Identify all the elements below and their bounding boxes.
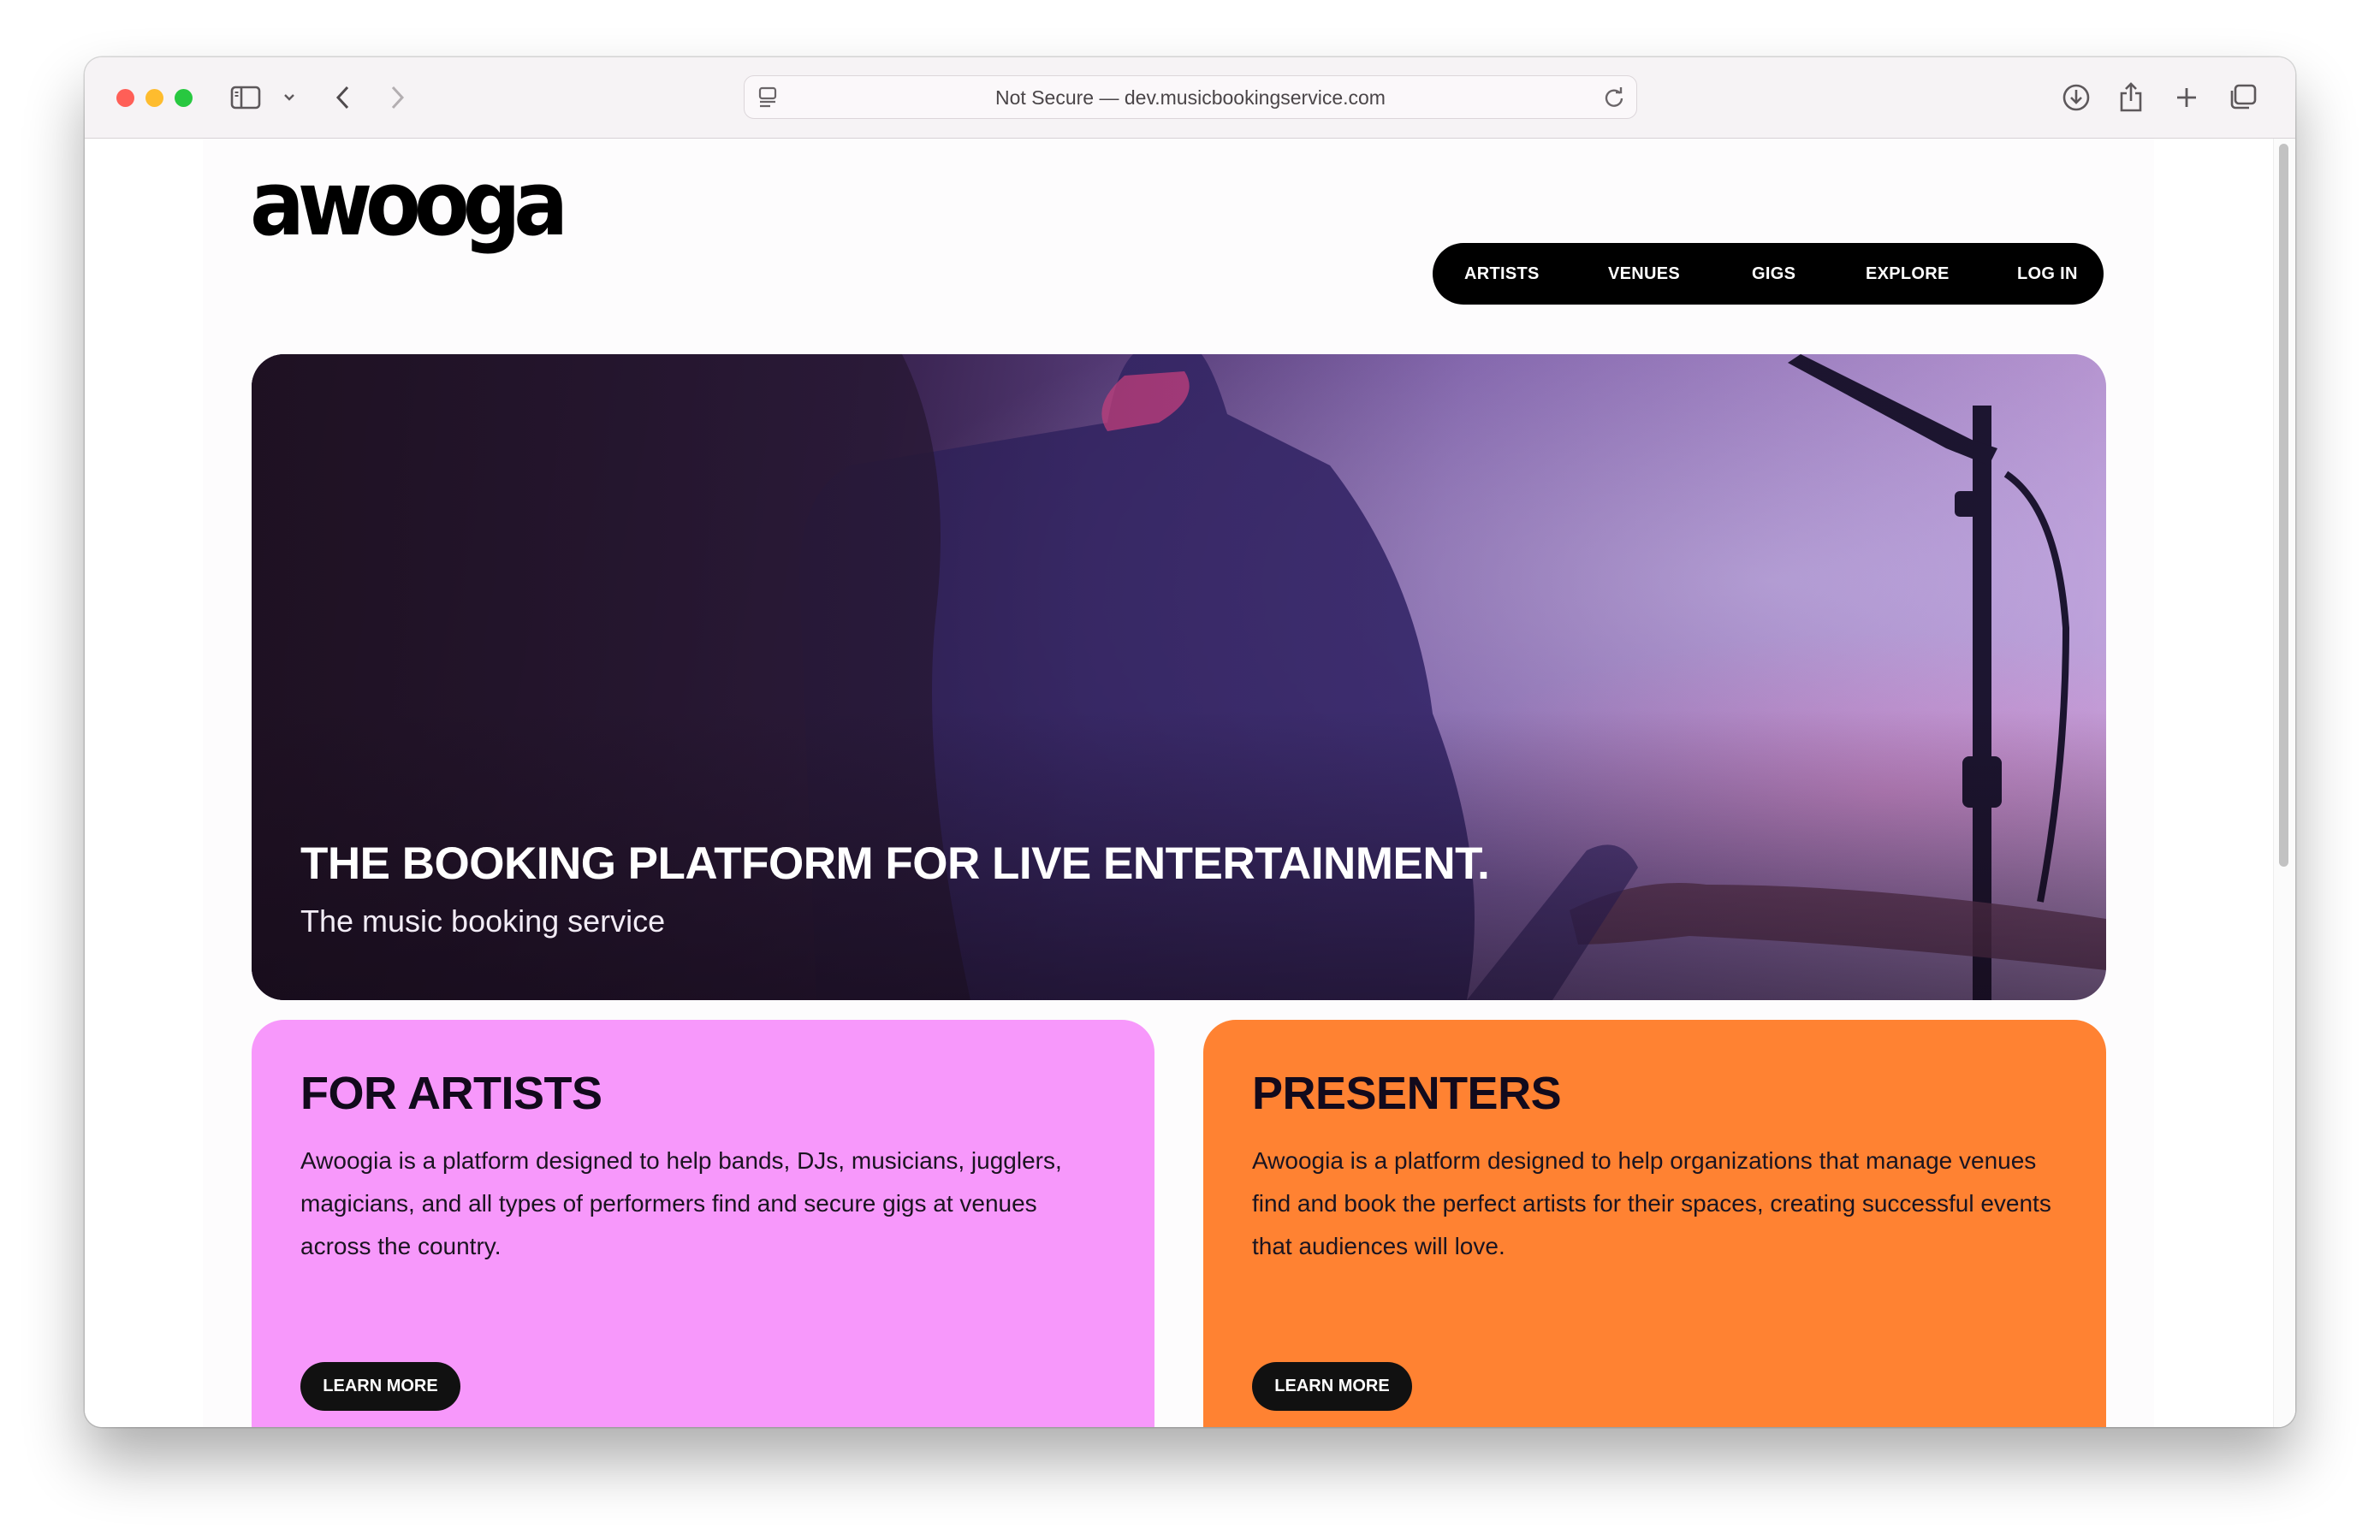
tab-overview-icon[interactable] — [2227, 78, 2258, 117]
new-tab-icon[interactable] — [2175, 78, 2199, 117]
for-artists-card: FOR ARTISTS Awoogia is a platform design… — [252, 1020, 1154, 1427]
browser-toolbar: Not Secure — dev.musicbookingservice.com — [85, 57, 2295, 139]
presenters-description: Awoogia is a platform designed to help o… — [1252, 1147, 2051, 1259]
share-icon[interactable] — [2118, 78, 2144, 117]
main-nav: ARTISTS VENUES GIGS EXPLORE LOG IN — [1433, 243, 2104, 305]
sidebar-toggle-icon[interactable] — [230, 78, 261, 117]
forward-icon[interactable] — [389, 78, 406, 117]
address-bar[interactable]: Not Secure — dev.musicbookingservice.com — [744, 75, 1637, 119]
minimize-window-button[interactable] — [145, 89, 163, 107]
url-text: Not Secure — dev.musicbookingservice.com — [995, 86, 1386, 109]
artists-learn-more-button[interactable]: LEARN MORE — [300, 1362, 460, 1411]
nav-venues[interactable]: VENUES — [1608, 243, 1680, 305]
presenters-title: PRESENTERS — [1252, 1068, 1562, 1119]
scrollbar-thumb[interactable] — [2279, 144, 2288, 867]
page-viewport: awooga ARTISTS VENUES GIGS EXPLORE LOG I… — [85, 139, 2295, 1427]
nav-log-in[interactable]: LOG IN — [2017, 243, 2078, 305]
back-icon[interactable] — [335, 78, 352, 117]
zoom-window-button[interactable] — [175, 89, 193, 107]
nav-artists[interactable]: ARTISTS — [1464, 243, 1540, 305]
site-logo[interactable]: awooga — [250, 151, 570, 274]
hero-title: THE BOOKING PLATFORM FOR LIVE ENTERTAINM… — [300, 838, 1490, 889]
hero-banner: THE BOOKING PLATFORM FOR LIVE ENTERTAINM… — [252, 354, 2106, 1000]
vertical-scrollbar[interactable] — [2273, 139, 2295, 1427]
for-artists-description: Awoogia is a platform designed to help b… — [300, 1147, 1062, 1259]
hero-subtitle: The music booking service — [300, 903, 666, 939]
presenters-card: PRESENTERS Awoogia is a platform designe… — [1203, 1020, 2106, 1427]
nav-gigs[interactable]: GIGS — [1752, 243, 1795, 305]
reload-icon[interactable] — [1602, 86, 1626, 114]
chevron-down-icon[interactable] — [283, 78, 295, 117]
for-artists-title: FOR ARTISTS — [300, 1068, 602, 1119]
browser-window: Not Secure — dev.musicbookingservice.com… — [85, 57, 2295, 1427]
downloads-icon[interactable] — [2061, 78, 2092, 117]
nav-explore[interactable]: EXPLORE — [1866, 243, 1950, 305]
close-window-button[interactable] — [116, 89, 134, 107]
logo-wordmark: awooga — [250, 180, 562, 256]
presenters-learn-more-button[interactable]: LEARN MORE — [1252, 1362, 1412, 1411]
